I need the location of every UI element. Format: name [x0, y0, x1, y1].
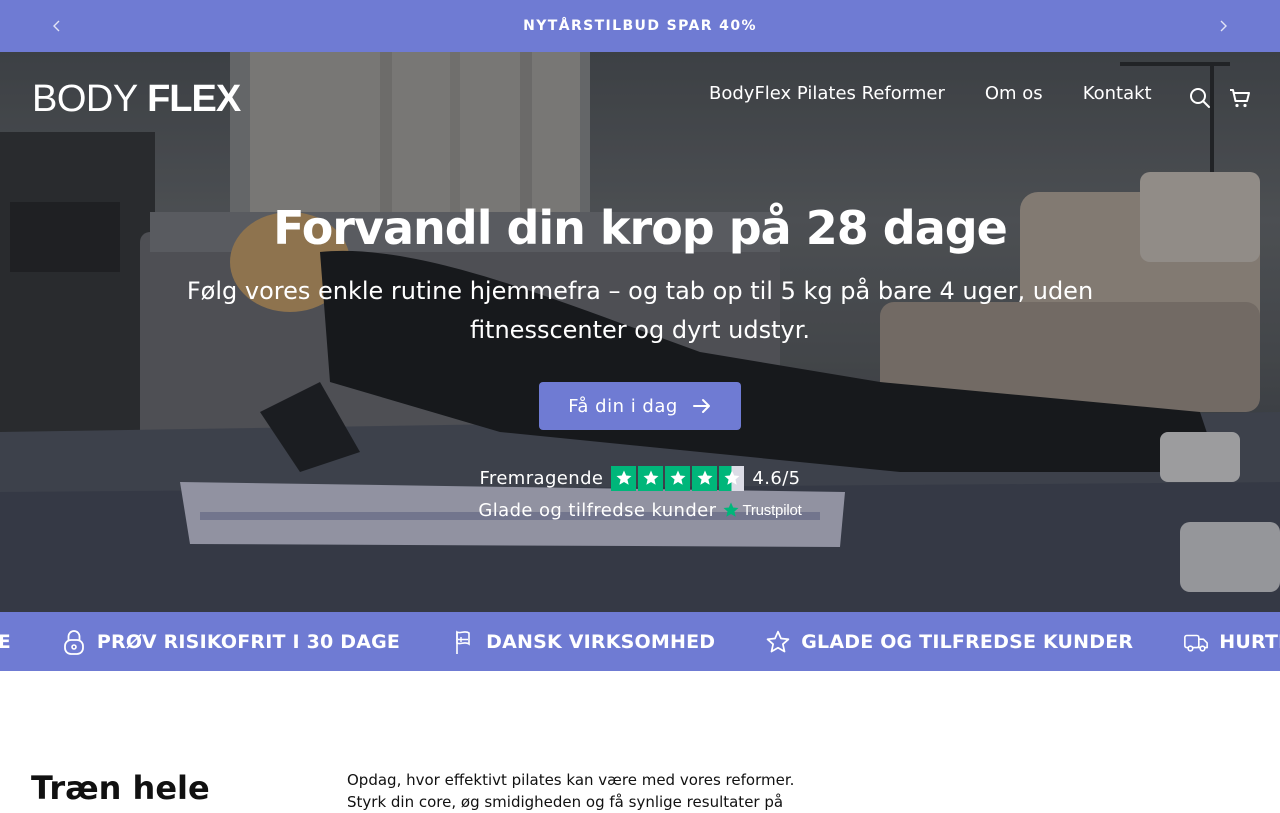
main-nav: BodyFlex Pilates Reformer Om os Kontakt	[709, 82, 1152, 106]
section-heading: Træn hele	[31, 769, 210, 807]
nav-link-om-os[interactable]: Om os	[985, 82, 1043, 106]
reviews-label: Glade og tilfredse kunder	[478, 499, 717, 521]
star-icon	[638, 465, 664, 491]
usp-label: PRØV RISIKOFRIT I 30 DAGE	[96, 630, 401, 653]
hero-title: Forvandl din krop på 28 dage	[273, 201, 1008, 255]
search-icon	[1190, 88, 1210, 108]
trustpilot-label: Trustpilot	[742, 501, 802, 519]
rating-score: 4.6/5	[752, 467, 801, 489]
logo-text-bold: FLEX	[147, 78, 241, 120]
chevron-right-icon	[1220, 20, 1227, 32]
nav-link-kontakt[interactable]: Kontakt	[1083, 82, 1152, 106]
star-half-icon	[719, 465, 745, 491]
star-icon	[611, 465, 637, 491]
arrow-right-icon	[692, 399, 710, 413]
usp-item: DANSK VIRKSOMHED	[450, 628, 715, 656]
announcement-prev-button[interactable]	[45, 14, 69, 38]
cart-button[interactable]	[1228, 86, 1252, 110]
announcement-text: NYTÅRSTILBUD SPAR 40%	[523, 18, 757, 34]
announcement-next-button[interactable]	[1211, 14, 1235, 38]
star-icon	[692, 465, 718, 491]
hero-subtitle: Følg vores enkle rutine hjemmefra – og t…	[186, 277, 1094, 344]
search-button[interactable]	[1188, 86, 1212, 110]
usp-label: DANSK VIRKSOMHED	[486, 630, 716, 653]
trustpilot-reviews: Glade og tilfredse kunder Trustpilot	[0, 497, 1280, 523]
cta-label: Få din i dag	[568, 395, 678, 417]
cta-button[interactable]: Få din i dag	[539, 382, 741, 430]
usp-label: HURTIG LEVERING	[1219, 630, 1280, 653]
announcement-bar: NYTÅRSTILBUD SPAR 40%	[0, 0, 1280, 52]
logo-text-light: BODY	[32, 78, 138, 120]
site-header: BODY FLEX BodyFlex Pilates Reformer Om o…	[0, 52, 1280, 144]
flag-icon	[450, 628, 476, 656]
rating-label: Fremragende	[479, 467, 604, 489]
rating-stars	[611, 465, 745, 491]
lock-icon	[61, 628, 87, 656]
usp-item: GLADE OG TILFREDSE KUNDER	[765, 628, 1133, 656]
chevron-left-icon	[53, 20, 60, 32]
star-icon	[765, 628, 791, 656]
usp-label: AGE	[0, 630, 11, 653]
section-body: Opdag, hvor effektivt pilates kan være m…	[347, 771, 795, 811]
cart-icon	[1230, 89, 1250, 108]
usp-item: AGE	[0, 631, 11, 653]
usp-track: AGE PRØV RISIKOFRIT I 30 DAGE DANSK VIRK…	[0, 612, 1280, 671]
hero-section: BODY FLEX BodyFlex Pilates Reformer Om o…	[0, 52, 1280, 612]
trustpilot-logo[interactable]: Trustpilot	[722, 501, 802, 519]
usp-label: GLADE OG TILFREDSE KUNDER	[801, 630, 1134, 653]
trustpilot-star-icon	[723, 502, 739, 517]
truck-icon	[1183, 628, 1209, 656]
logo[interactable]: BODY FLEX	[32, 78, 241, 120]
nav-link-pilates-reformer[interactable]: BodyFlex Pilates Reformer	[709, 82, 945, 106]
star-icon	[665, 465, 691, 491]
usp-item: PRØV RISIKOFRIT I 30 DAGE	[61, 628, 400, 656]
usp-marquee: AGE PRØV RISIKOFRIT I 30 DAGE DANSK VIRK…	[0, 612, 1280, 671]
usp-item: HURTIG LEVERING	[1183, 628, 1280, 656]
trustpilot-rating: Fremragende 4.6/5	[0, 464, 1280, 492]
